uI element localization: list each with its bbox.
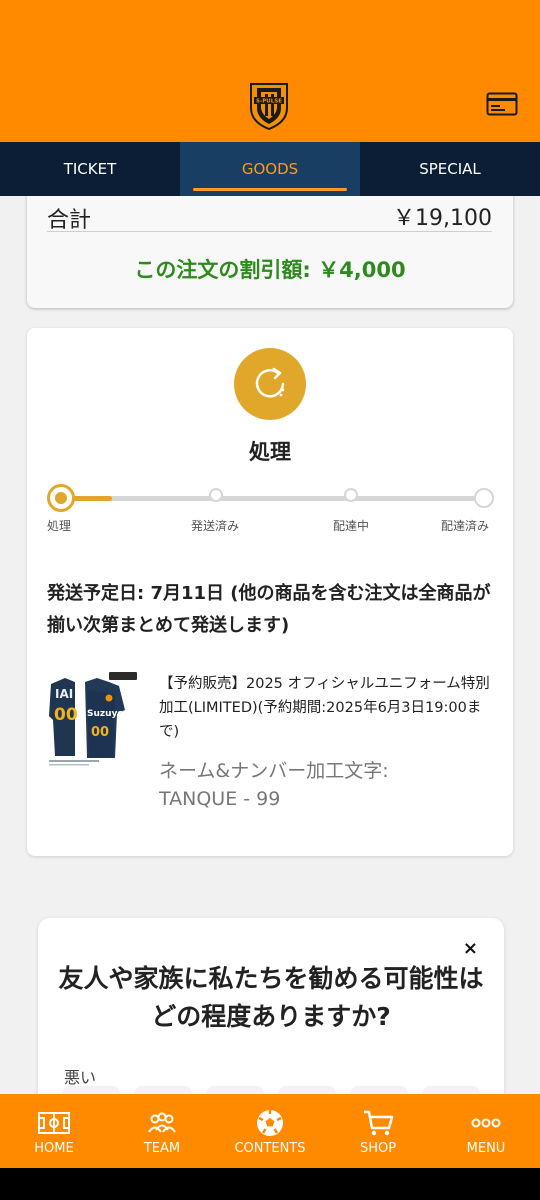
tab-label: SPECIAL	[419, 160, 481, 178]
nav-team[interactable]: TEAM	[108, 1094, 216, 1168]
bottom-navigation: HOME TEAM CONTENTS SHOP MENU	[0, 1094, 540, 1168]
nav-contents[interactable]: CONTENTS	[216, 1094, 324, 1168]
total-label: 合計	[47, 208, 92, 233]
active-tab-indicator	[193, 188, 347, 191]
svg-text:00: 00	[54, 705, 78, 725]
status-title: 処理	[249, 440, 291, 464]
team-icon	[144, 1107, 180, 1139]
svg-text:IAI: IAI	[55, 687, 73, 701]
discount-amount: この注文の割引額: ￥4,000	[134, 258, 406, 282]
order-status-card: 処理 処理 発送済み 配達中 配達済み 発送予定日: 7月11日 (他の商品を含…	[27, 328, 513, 856]
tab-special[interactable]: SPECIAL	[360, 142, 540, 196]
club-crest-logo[interactable]: S-PULSE	[248, 80, 290, 130]
nav-label: HOME	[34, 1140, 74, 1156]
close-icon[interactable]: ×	[463, 938, 478, 959]
step-dot-delivered	[474, 488, 494, 508]
step-dot-in-delivery	[344, 488, 358, 502]
nav-label: MENU	[466, 1140, 506, 1156]
nav-label: CONTENTS	[234, 1140, 306, 1156]
survey-question: 友人や家族に私たちを勧める可能性はどの程度ありますか?	[58, 964, 484, 1031]
nav-menu[interactable]: MENU	[432, 1094, 540, 1168]
more-icon	[468, 1107, 504, 1139]
nav-shop[interactable]: SHOP	[324, 1094, 432, 1168]
field-icon	[36, 1107, 72, 1139]
progress-track	[61, 496, 483, 501]
tab-goods[interactable]: GOODS	[180, 142, 360, 196]
tab-label: GOODS	[241, 160, 299, 178]
svg-text:Suzuyo: Suzuyo	[87, 709, 124, 719]
step-label-processing: 処理	[47, 519, 72, 533]
refresh-icon	[255, 367, 285, 398]
total-value: ￥19,100	[393, 206, 492, 231]
nav-label: TEAM	[143, 1140, 181, 1156]
product-name[interactable]: 【予約販売】2025 オフィシャルユニフォーム特別加工(LIMITED)(予約期…	[159, 672, 497, 744]
tab-label: TICKET	[63, 160, 117, 178]
divider	[47, 231, 492, 232]
ball-icon	[252, 1107, 288, 1139]
customization-label: ネーム&ナンバー加工文字:	[159, 760, 389, 782]
processing-status-icon	[234, 348, 306, 420]
tab-ticket[interactable]: TICKET	[0, 142, 180, 196]
scale-low-label: 悪い	[64, 1068, 97, 1087]
category-tabs-overlay: TICKET GOODS SPECIAL	[0, 142, 540, 196]
step-dot-shipped	[209, 488, 223, 502]
customization-value: TANQUE - 99	[159, 788, 281, 810]
nav-home[interactable]: HOME	[0, 1094, 108, 1168]
system-navigation-bar	[0, 1168, 540, 1200]
cart-icon	[360, 1107, 396, 1139]
step-label-in-delivery: 配達中	[333, 519, 370, 533]
svg-text:00: 00	[91, 725, 109, 740]
nav-label: SHOP	[359, 1140, 397, 1156]
step-dot-processing	[47, 484, 75, 512]
svg-text:S-PULSE: S-PULSE	[256, 99, 282, 105]
membership-card-icon[interactable]	[486, 92, 518, 116]
step-label-shipped: 発送済み	[191, 519, 240, 533]
app-header: S-PULSE	[0, 0, 540, 142]
shipping-estimate: 発送予定日: 7月11日 (他の商品を含む注文は全商品が揃い次第まとめて発送しま…	[47, 583, 491, 636]
step-label-delivered: 配達済み	[441, 519, 490, 533]
product-jersey-image[interactable]: IAI 00 Suzuyo 00	[47, 670, 139, 768]
